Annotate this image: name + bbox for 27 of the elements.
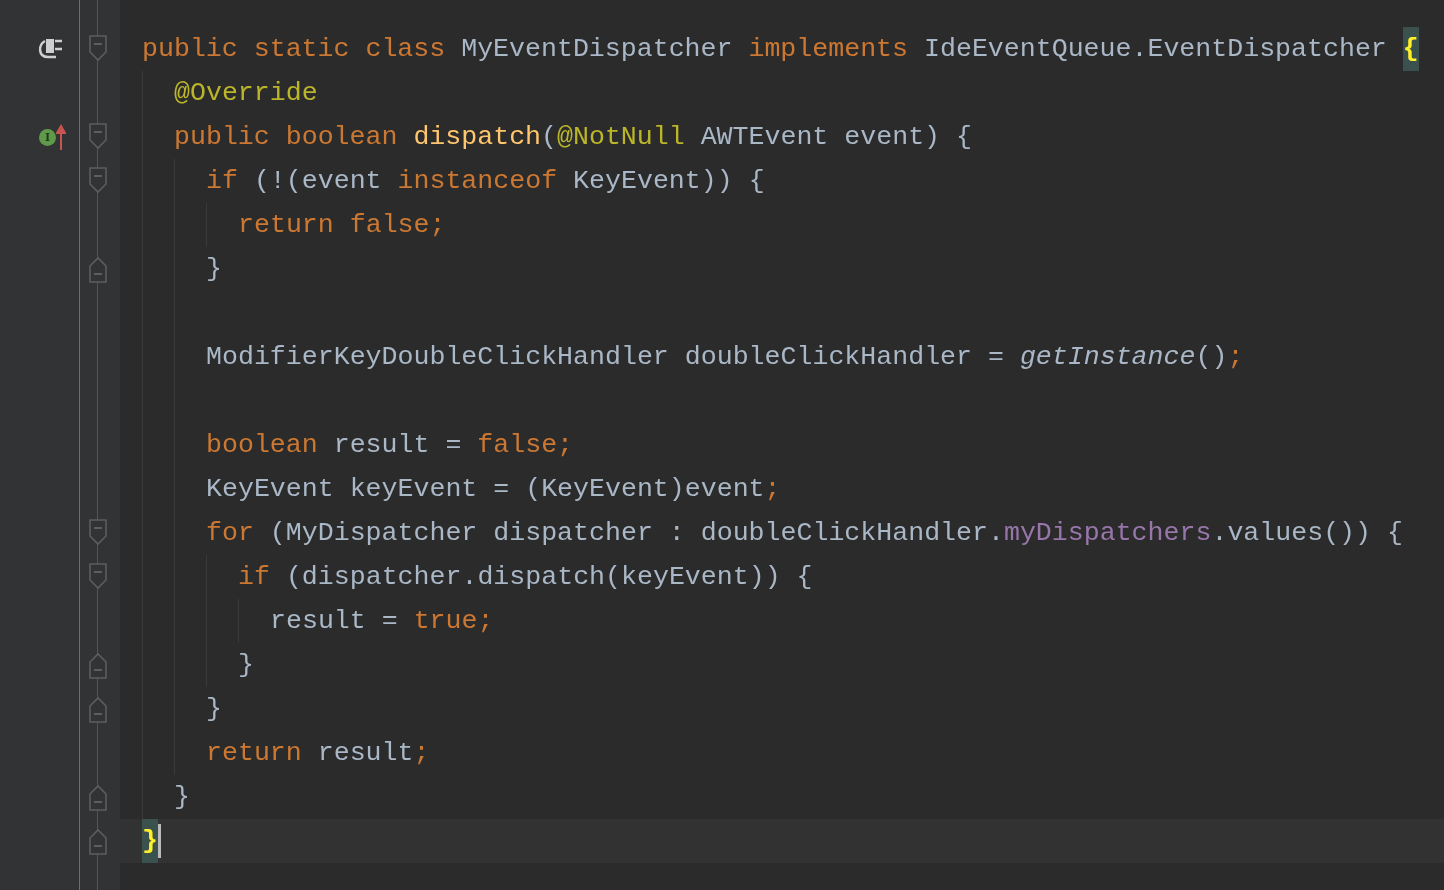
code-line: } [206, 693, 222, 726]
code-line: } [206, 253, 222, 286]
text-cursor [157, 824, 161, 858]
fold-marker-icon[interactable] [88, 650, 108, 680]
fold-marker-icon[interactable] [88, 34, 108, 64]
code-line: if (!(event instanceof KeyEvent)) { [206, 165, 765, 198]
fold-marker-icon[interactable] [88, 166, 108, 196]
fold-marker-icon[interactable] [88, 122, 108, 152]
code-line: result = true; [270, 605, 494, 638]
code-line: return result; [206, 737, 430, 770]
fold-marker-icon[interactable] [88, 562, 108, 592]
code-line: KeyEvent keyEvent = (KeyEvent)event; [206, 473, 781, 506]
fold-marker-icon[interactable] [88, 518, 108, 548]
code-line: for (MyDispatcher dispatcher : doubleClickHandler.myDispatchers.values()) { [206, 517, 1403, 550]
code-line: boolean result = false; [206, 429, 574, 462]
code-line: public static class MyEventDispatcher implements IdeEventQueue.EventDispatcher { [142, 27, 1419, 71]
code-line: } [238, 649, 254, 682]
fold-marker-icon[interactable] [88, 254, 108, 284]
code-line: if (dispatcher.dispatch(keyEvent)) { [238, 561, 813, 594]
fold-marker-icon[interactable] [88, 782, 108, 812]
code-line: public boolean dispatch(@NotNull AWTEvent event) { [174, 121, 972, 154]
fold-marker-icon[interactable] [88, 694, 108, 724]
code-line: return false; [238, 209, 446, 242]
code-line: ModifierKeyDoubleClickHandler doubleClickHandler = getInstance(); [206, 341, 1244, 374]
fold-marker-icon[interactable] [88, 826, 108, 856]
code-line: @Override [174, 77, 318, 110]
code-line: } [174, 781, 190, 814]
